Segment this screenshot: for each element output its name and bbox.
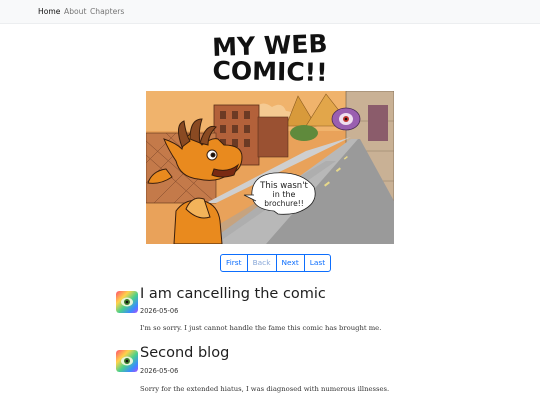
- comic-pagination: First Back Next Last: [220, 254, 332, 272]
- post-title[interactable]: Second blog: [140, 345, 229, 361]
- post-title[interactable]: I am cancelling the comic: [140, 286, 326, 302]
- site-title-logo: MY WEB COMIC!!: [212, 30, 328, 86]
- speech-line2: in the: [273, 190, 296, 199]
- nav-home-link[interactable]: Home: [38, 7, 60, 16]
- comic-image: This wasn't in the brochure!!: [146, 91, 394, 244]
- post-avatar: [116, 291, 138, 313]
- post-date: 2026-05-06: [140, 367, 179, 375]
- post-body: I'm so sorry. I just cannot handle the f…: [140, 324, 382, 332]
- top-navbar: Home About Chapters: [0, 0, 540, 24]
- next-page-button[interactable]: Next: [277, 255, 305, 271]
- site-title-line2: COMIC!!: [212, 56, 327, 86]
- post-body: Sorry for the extended hiatus, I was dia…: [140, 385, 390, 393]
- post-avatar: [116, 350, 138, 372]
- nav-about-link[interactable]: About: [64, 7, 86, 16]
- post-date: 2026-05-06: [140, 307, 179, 315]
- first-page-button[interactable]: First: [221, 255, 248, 271]
- last-page-button[interactable]: Last: [305, 255, 330, 271]
- back-page-button[interactable]: Back: [248, 255, 277, 271]
- nav-chapters-link[interactable]: Chapters: [90, 7, 124, 16]
- speech-line3: brochure!!: [264, 199, 303, 208]
